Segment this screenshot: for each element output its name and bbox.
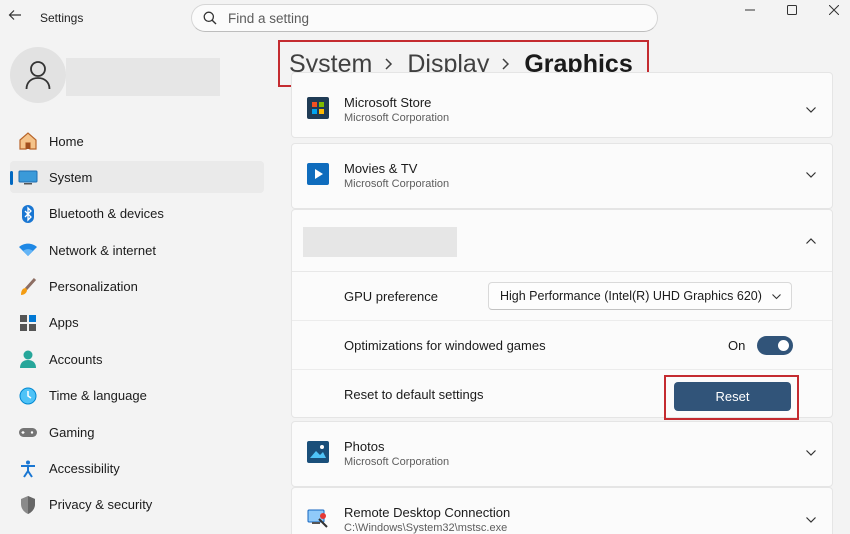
apps-icon bbox=[18, 313, 38, 333]
sidebar-item-label: Personalization bbox=[49, 279, 138, 295]
maximize-icon bbox=[787, 5, 797, 15]
search-input[interactable] bbox=[228, 8, 628, 28]
title-bar: Settings bbox=[0, 0, 850, 36]
sidebar-item-label: Gaming bbox=[49, 424, 95, 440]
sidebar-item-gaming[interactable]: Gaming bbox=[10, 416, 264, 448]
sidebar-item-label: Accessibility bbox=[49, 461, 120, 477]
chevron-right-icon bbox=[384, 57, 393, 71]
back-button[interactable] bbox=[8, 8, 26, 26]
windowed-optimizations-label: Optimizations for windowed games bbox=[344, 338, 546, 353]
sidebar-item-label: Accounts bbox=[49, 351, 103, 367]
app-name: Photos bbox=[344, 439, 385, 454]
app-name: Movies & TV bbox=[344, 161, 418, 176]
chevron-up-icon[interactable] bbox=[804, 234, 818, 248]
app-name: Remote Desktop Connection bbox=[344, 505, 511, 520]
chevron-right-icon bbox=[501, 57, 510, 71]
reset-defaults-row: Reset to default settings Reset bbox=[292, 370, 832, 420]
back-arrow-icon bbox=[8, 10, 21, 20]
accessibility-icon bbox=[18, 459, 38, 479]
app-card-expanded: GPU preference High Performance (Intel(R… bbox=[291, 209, 833, 420]
reset-defaults-label: Reset to default settings bbox=[344, 387, 484, 402]
gamepad-icon bbox=[18, 422, 38, 442]
app-card-microsoft-store[interactable]: Microsoft Store Microsoft Corporation bbox=[291, 72, 833, 138]
avatar[interactable] bbox=[10, 47, 66, 103]
search-icon bbox=[203, 11, 217, 25]
sidebar-item-time-language[interactable]: Time & language bbox=[10, 380, 264, 412]
photos-icon bbox=[307, 441, 329, 463]
microsoft-store-icon bbox=[307, 97, 329, 119]
sidebar-item-label: System bbox=[49, 169, 93, 185]
system-icon bbox=[18, 167, 38, 187]
app-name-redacted bbox=[303, 227, 457, 257]
close-icon bbox=[829, 5, 839, 15]
remote-desktop-icon bbox=[307, 509, 328, 528]
sidebar-item-label: Privacy & security bbox=[49, 497, 153, 513]
sidebar-item-accessibility[interactable]: Accessibility bbox=[10, 453, 264, 485]
app-card-movies-tv[interactable]: Movies & TV Microsoft Corporation bbox=[291, 143, 833, 209]
sidebar-item-privacy[interactable]: Privacy & security bbox=[10, 489, 264, 521]
movies-tv-icon bbox=[307, 163, 329, 185]
app-publisher: Microsoft Corporation bbox=[344, 456, 450, 468]
sidebar-item-network[interactable]: Network & internet bbox=[10, 234, 264, 266]
bluetooth-icon bbox=[18, 204, 38, 224]
reset-button[interactable]: Reset bbox=[674, 382, 791, 411]
app-card-remote-desktop[interactable]: Remote Desktop Connection C:\Windows\Sys… bbox=[291, 487, 833, 534]
user-name-redacted bbox=[66, 58, 220, 96]
windowed-optimizations-row: Optimizations for windowed games On bbox=[292, 321, 832, 370]
sidebar-item-label: Home bbox=[49, 133, 84, 149]
sidebar-item-label: Apps bbox=[49, 315, 79, 331]
gpu-preference-row: GPU preference High Performance (Intel(R… bbox=[292, 272, 832, 321]
shield-icon bbox=[18, 495, 38, 515]
app-publisher: C:\Windows\System32\mstsc.exe bbox=[344, 522, 508, 534]
close-button[interactable] bbox=[812, 0, 850, 22]
user-icon bbox=[25, 61, 51, 90]
chevron-down-icon bbox=[772, 294, 781, 300]
sidebar-item-system[interactable]: System bbox=[10, 161, 264, 194]
wifi-icon bbox=[18, 240, 38, 260]
home-icon bbox=[18, 131, 38, 151]
app-title: Settings bbox=[40, 11, 84, 25]
chevron-down-icon[interactable] bbox=[804, 168, 818, 182]
sidebar-item-personalization[interactable]: Personalization bbox=[10, 271, 264, 303]
app-card-photos[interactable]: Photos Microsoft Corporation bbox=[291, 421, 833, 487]
brush-icon bbox=[18, 277, 38, 297]
chevron-down-icon[interactable] bbox=[804, 103, 818, 117]
maximize-button[interactable] bbox=[770, 0, 814, 22]
minimize-button[interactable] bbox=[728, 0, 772, 22]
toggle-state-text: On bbox=[728, 338, 746, 353]
chevron-down-icon[interactable] bbox=[804, 446, 818, 460]
sidebar-item-bluetooth[interactable]: Bluetooth & devices bbox=[10, 198, 264, 230]
globe-icon bbox=[18, 386, 38, 406]
sidebar-nav: Home System Bluetooth & devices Network … bbox=[10, 125, 264, 525]
minimize-icon bbox=[745, 9, 755, 11]
windowed-optimizations-toggle[interactable] bbox=[757, 336, 793, 355]
app-name: Microsoft Store bbox=[344, 95, 432, 110]
toggle-knob bbox=[778, 340, 789, 351]
gpu-preference-dropdown[interactable]: High Performance (Intel(R) UHD Graphics … bbox=[488, 282, 792, 310]
expanded-app-header[interactable] bbox=[292, 210, 832, 272]
sidebar-item-accounts[interactable]: Accounts bbox=[10, 343, 264, 375]
chevron-down-icon[interactable] bbox=[804, 513, 818, 527]
gpu-preference-value: High Performance (Intel(R) UHD Graphics … bbox=[500, 289, 762, 303]
gpu-preference-label: GPU preference bbox=[344, 289, 438, 304]
sidebar-item-label: Bluetooth & devices bbox=[49, 206, 164, 222]
search-box[interactable] bbox=[191, 4, 658, 32]
sidebar-item-label: Time & language bbox=[49, 388, 147, 404]
accounts-icon bbox=[18, 349, 38, 369]
app-publisher: Microsoft Corporation bbox=[344, 178, 450, 190]
app-publisher: Microsoft Corporation bbox=[344, 112, 450, 124]
sidebar-item-home[interactable]: Home bbox=[10, 125, 264, 157]
sidebar-item-label: Network & internet bbox=[49, 242, 156, 258]
sidebar-item-apps[interactable]: Apps bbox=[10, 307, 264, 339]
